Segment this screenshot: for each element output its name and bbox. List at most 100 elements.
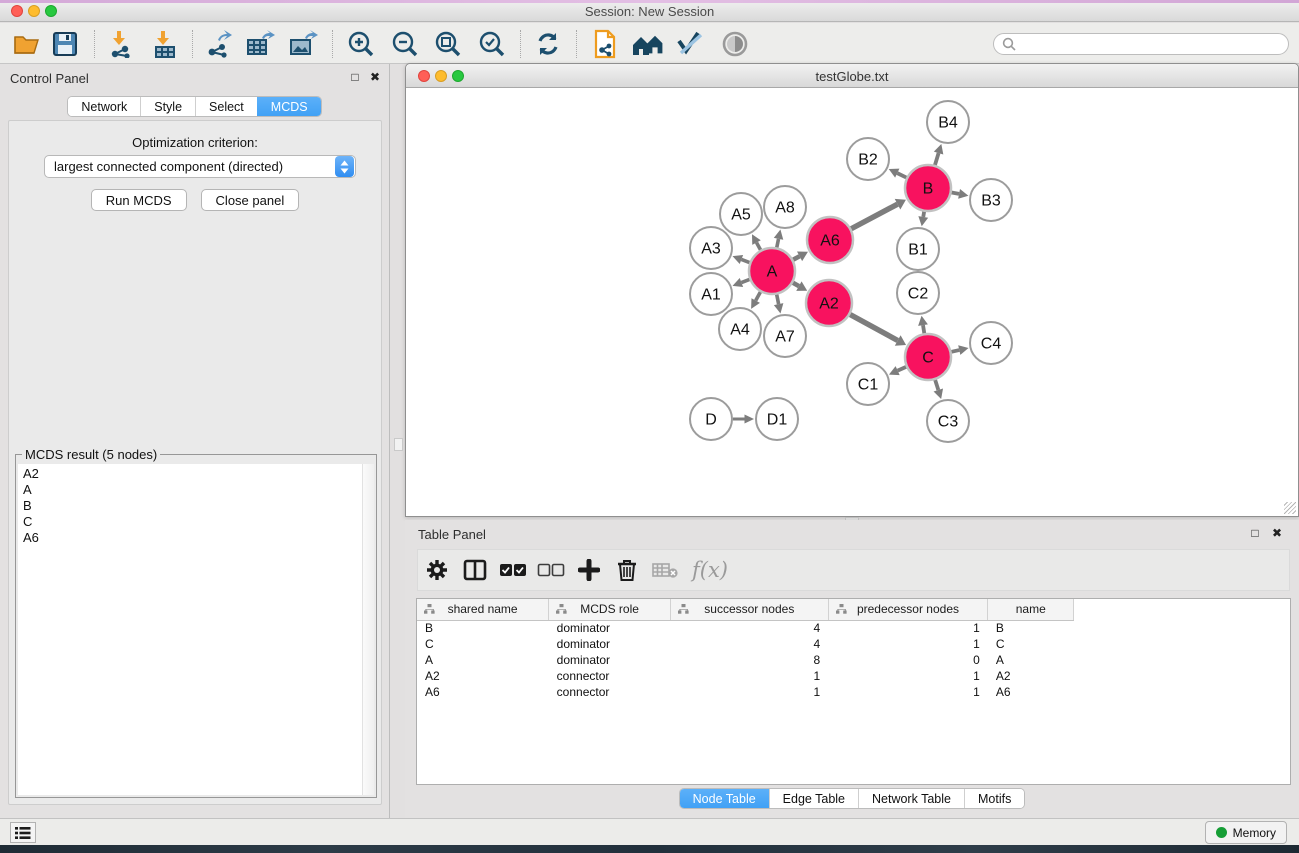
result-item-c[interactable]: C: [23, 514, 362, 530]
tab-network-table[interactable]: Network Table: [858, 789, 964, 808]
cell-shared-name[interactable]: A: [417, 652, 549, 668]
cell-name[interactable]: C: [988, 636, 1074, 652]
cell-name[interactable]: A6: [988, 684, 1074, 700]
table-row-b[interactable]: Bdominator41B: [417, 620, 1290, 636]
run-mcds-button[interactable]: Run MCDS: [91, 189, 187, 211]
search-input[interactable]: [1016, 37, 1280, 51]
cell-successor-nodes[interactable]: 1: [670, 684, 828, 700]
cell-predecessor-nodes[interactable]: 1: [828, 684, 988, 700]
column-header-successor-nodes[interactable]: successor nodes: [670, 599, 828, 620]
graph-edge-B-B3[interactable]: [952, 192, 959, 193]
cell-successor-nodes[interactable]: 8: [670, 652, 828, 668]
cell-name[interactable]: A: [988, 652, 1074, 668]
cell-name[interactable]: B: [988, 620, 1074, 636]
criterion-dropdown[interactable]: largest connected component (directed): [44, 155, 356, 178]
zoom-fit-button[interactable]: [431, 29, 465, 59]
new-network-from-selection-button[interactable]: [588, 29, 622, 59]
search-field[interactable]: [993, 33, 1289, 55]
open-file-button[interactable]: [10, 29, 44, 59]
import-table-button[interactable]: [148, 29, 182, 59]
table-row-a6[interactable]: A6connector11A6: [417, 684, 1290, 700]
float-table-panel-icon[interactable]: □: [1247, 526, 1263, 540]
graph-edge-A2-C[interactable]: [850, 314, 898, 340]
result-item-b[interactable]: B: [23, 498, 362, 514]
graph-edge-C-C4[interactable]: [951, 350, 959, 352]
close-panel-icon[interactable]: ✖: [367, 70, 383, 84]
zoom-in-button[interactable]: [344, 29, 378, 59]
tab-edge-table[interactable]: Edge Table: [769, 789, 858, 808]
table-row-c[interactable]: Cdominator41C: [417, 636, 1290, 652]
close-panel-button[interactable]: Close panel: [201, 189, 300, 211]
column-chooser-button[interactable]: [456, 553, 494, 587]
tab-motifs[interactable]: Motifs: [964, 789, 1024, 808]
column-header-MCDS-role[interactable]: MCDS role: [549, 599, 671, 620]
cell-MCDS-role[interactable]: connector: [549, 668, 671, 684]
network-graph[interactable]: B4B2BB3A8A5A6A3B1AC2A1A2A4A7C4CC1DD1C3: [407, 89, 1297, 516]
cell-predecessor-nodes[interactable]: 1: [828, 620, 988, 636]
graph-edge-C-C1[interactable]: [898, 367, 906, 371]
show-view-button[interactable]: [718, 29, 752, 59]
vertical-splitter-grip[interactable]: [394, 438, 403, 451]
cell-shared-name[interactable]: B: [417, 620, 549, 636]
export-network-button[interactable]: [201, 29, 235, 59]
column-header-shared-name[interactable]: shared name: [417, 599, 549, 620]
result-item-a[interactable]: A: [23, 482, 362, 498]
cell-MCDS-role[interactable]: connector: [549, 684, 671, 700]
table-row-a[interactable]: Adominator80A: [417, 652, 1290, 668]
column-header-name[interactable]: name: [988, 599, 1074, 620]
graph-edge-A-A6[interactable]: [793, 256, 799, 259]
graph-edge-B-B2[interactable]: [897, 173, 906, 177]
graph-edge-A-A7[interactable]: [777, 295, 779, 305]
home-layout-button[interactable]: [630, 29, 664, 59]
tab-style[interactable]: Style: [140, 97, 195, 116]
column-header-predecessor-nodes[interactable]: predecessor nodes: [828, 599, 988, 620]
cell-shared-name[interactable]: A6: [417, 684, 549, 700]
graph-edge-C-C3[interactable]: [935, 380, 938, 390]
table-row-a2[interactable]: A2connector11A2: [417, 668, 1290, 684]
cell-MCDS-role[interactable]: dominator: [549, 620, 671, 636]
result-item-a2[interactable]: A2: [23, 466, 362, 482]
window-resize-grip[interactable]: [1284, 502, 1296, 514]
graph-edge-A-A3[interactable]: [741, 259, 749, 262]
cell-predecessor-nodes[interactable]: 0: [828, 652, 988, 668]
graph-edge-A-A5[interactable]: [757, 243, 761, 250]
task-history-button[interactable]: [10, 822, 36, 843]
mcds-result-list[interactable]: A2ABCA6: [18, 464, 362, 795]
node-table[interactable]: shared nameMCDS rolesuccessor nodesprede…: [416, 598, 1291, 785]
deselect-all-button[interactable]: [532, 553, 570, 587]
graph-edge-B-B1[interactable]: [923, 212, 924, 217]
cell-shared-name[interactable]: A2: [417, 668, 549, 684]
cell-shared-name[interactable]: C: [417, 636, 549, 652]
cell-predecessor-nodes[interactable]: 1: [828, 668, 988, 684]
delete-entry-button[interactable]: [608, 553, 646, 587]
graph-edge-A-A4[interactable]: [756, 292, 761, 301]
graph-edge-B-B4[interactable]: [935, 153, 939, 165]
result-item-a6[interactable]: A6: [23, 530, 362, 546]
select-all-button[interactable]: [494, 553, 532, 587]
tab-node-table[interactable]: Node Table: [680, 789, 769, 808]
import-network-button[interactable]: [104, 29, 138, 59]
zoom-out-button[interactable]: [388, 29, 422, 59]
tab-mcds[interactable]: MCDS: [257, 97, 321, 116]
table-settings-button[interactable]: [418, 553, 456, 587]
cell-MCDS-role[interactable]: dominator: [549, 652, 671, 668]
cell-MCDS-role[interactable]: dominator: [549, 636, 671, 652]
cell-predecessor-nodes[interactable]: 1: [828, 636, 988, 652]
tab-select[interactable]: Select: [195, 97, 257, 116]
memory-button[interactable]: Memory: [1205, 821, 1287, 844]
add-entry-button[interactable]: [570, 553, 608, 587]
cell-successor-nodes[interactable]: 1: [670, 668, 828, 684]
export-image-button[interactable]: [286, 29, 320, 59]
zoom-selected-button[interactable]: [475, 29, 509, 59]
cell-successor-nodes[interactable]: 4: [670, 620, 828, 636]
tab-network[interactable]: Network: [68, 97, 140, 116]
hide-graphics-details-button[interactable]: [673, 29, 707, 59]
cell-name[interactable]: A2: [988, 668, 1074, 684]
float-panel-icon[interactable]: □: [347, 70, 363, 84]
graph-edge-A6-B[interactable]: [851, 204, 897, 229]
export-table-button[interactable]: [243, 29, 277, 59]
graph-edge-A-A1[interactable]: [741, 279, 749, 282]
graph-edge-C-C2[interactable]: [923, 325, 924, 333]
result-scrollbar[interactable]: [362, 464, 374, 795]
graph-edge-A-A8[interactable]: [777, 239, 779, 248]
